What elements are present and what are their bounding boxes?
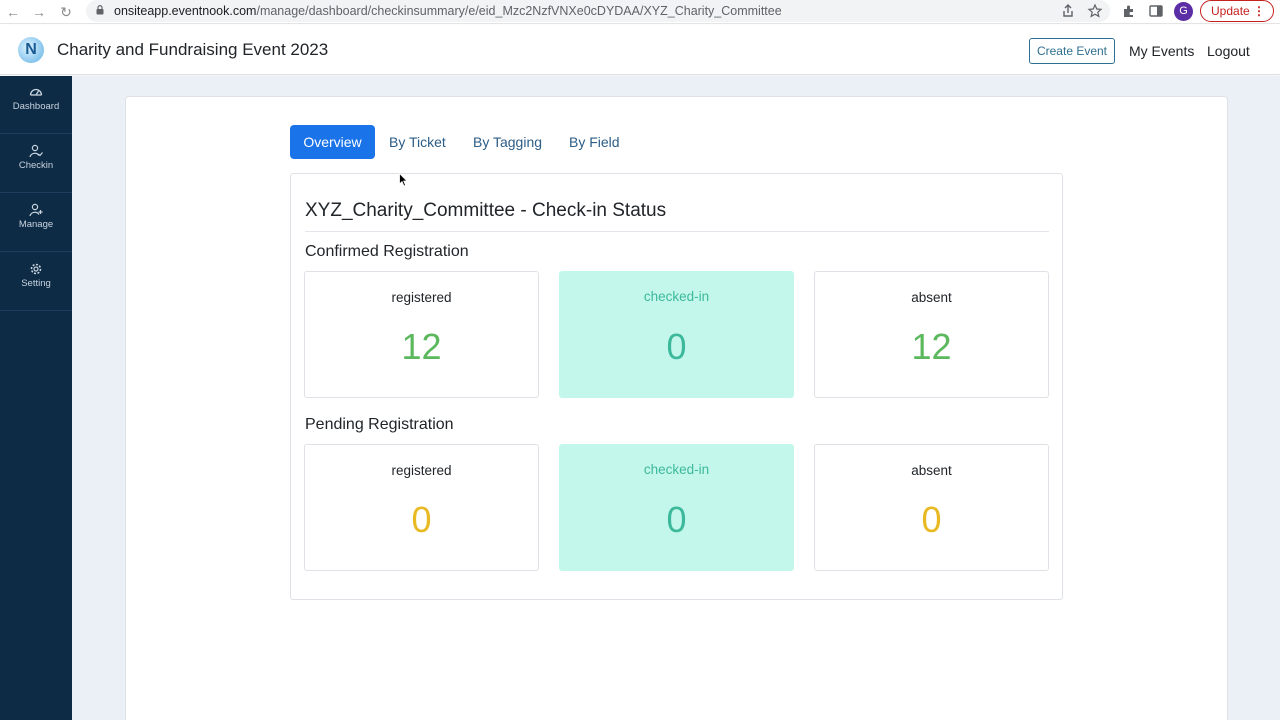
create-event-button[interactable]: Create Event [1029,38,1115,64]
sidebar-item-dashboard[interactable]: Dashboard [0,76,72,134]
main-area: Overview By Ticket By Tagging By Field X… [72,76,1280,720]
eventnook-logo[interactable]: N [18,37,44,63]
reload-icon[interactable]: ↻ [57,3,75,21]
divider [305,231,1049,232]
stat-value: 12 [401,326,442,367]
tab-by-field[interactable]: By Field [569,125,620,159]
more-menu-icon: ⋮ [1253,4,1265,18]
stat-value: 0 [411,499,432,540]
tab-by-ticket[interactable]: By Ticket [389,125,446,159]
lock-icon [96,5,104,15]
sidebar-item-setting[interactable]: Setting [0,253,72,311]
confirmed-checked-in-card: checked-in 0 [559,271,794,398]
sidebar-item-label: Checkin [18,160,54,171]
panel-title: XYZ_Charity_Committee - Check-in Status [305,200,667,221]
event-title: Charity and Fundraising Event 2023 [57,40,329,59]
sidebar: Dashboard Checkin Manage Setting [0,76,72,720]
address-bar[interactable]: onsiteapp.eventnook.com/manage/dashboard… [86,0,1110,22]
forward-icon[interactable]: → [30,3,48,21]
gauge-icon [29,88,43,96]
logout-link[interactable]: Logout [1207,43,1250,59]
side-panel-icon[interactable] [1148,3,1164,19]
user-plus-icon [29,203,43,217]
update-button[interactable]: Update ⋮ [1200,0,1274,22]
sidebar-item-checkin[interactable]: Checkin [0,135,72,193]
stat-value: 0 [921,499,942,540]
profile-avatar[interactable]: G [1174,2,1193,21]
stat-label: absent [911,463,952,478]
update-button-label: Update [1211,4,1250,18]
confirmed-registered-card: registered 12 [304,271,539,398]
tab-by-tagging[interactable]: By Tagging [473,125,542,159]
pending-registration-heading: Pending Registration [305,416,454,433]
stat-label: absent [911,290,952,305]
browser-toolbar: ← → ↻ onsiteapp.eventnook.com/manage/das… [0,0,1280,24]
gear-icon [30,263,42,275]
app-header: N Charity and Fundraising Event 2023 Cre… [0,25,1280,75]
share-icon[interactable] [1060,3,1076,19]
tab-overview[interactable]: Overview [290,125,375,159]
stat-label: registered [391,290,452,305]
stat-label: checked-in [643,462,710,477]
back-icon[interactable]: ← [4,3,22,21]
sidebar-item-manage[interactable]: Manage [0,194,72,252]
sidebar-item-label: Setting [21,278,51,289]
stat-label: checked-in [643,289,710,304]
stat-value: 0 [666,326,687,367]
stat-value: 12 [911,326,952,367]
pending-registered-card: registered 0 [304,444,539,571]
sidebar-item-label: Dashboard [12,101,60,112]
star-icon[interactable] [1087,3,1103,19]
pending-absent-card: absent 0 [814,444,1049,571]
url-text: onsiteapp.eventnook.com/manage/dashboard… [114,4,782,18]
stat-label: registered [391,463,452,478]
checkin-status-panel: XYZ_Charity_Committee - Check-in Status … [290,173,1063,600]
my-events-link[interactable]: My Events [1129,43,1194,59]
confirmed-registration-heading: Confirmed Registration [305,243,469,260]
content-card: Overview By Ticket By Tagging By Field X… [125,96,1228,720]
url-path: /manage/dashboard/checkinsummary/e/eid_M… [256,4,782,18]
sidebar-item-label: Manage [18,219,54,230]
pending-checked-in-card: checked-in 0 [559,444,794,571]
user-check-icon [29,144,43,158]
url-domain: onsiteapp.eventnook.com [114,4,257,18]
extensions-icon[interactable] [1121,3,1137,19]
mouse-cursor-icon [399,173,408,187]
confirmed-absent-card: absent 12 [814,271,1049,398]
stat-value: 0 [666,499,687,540]
